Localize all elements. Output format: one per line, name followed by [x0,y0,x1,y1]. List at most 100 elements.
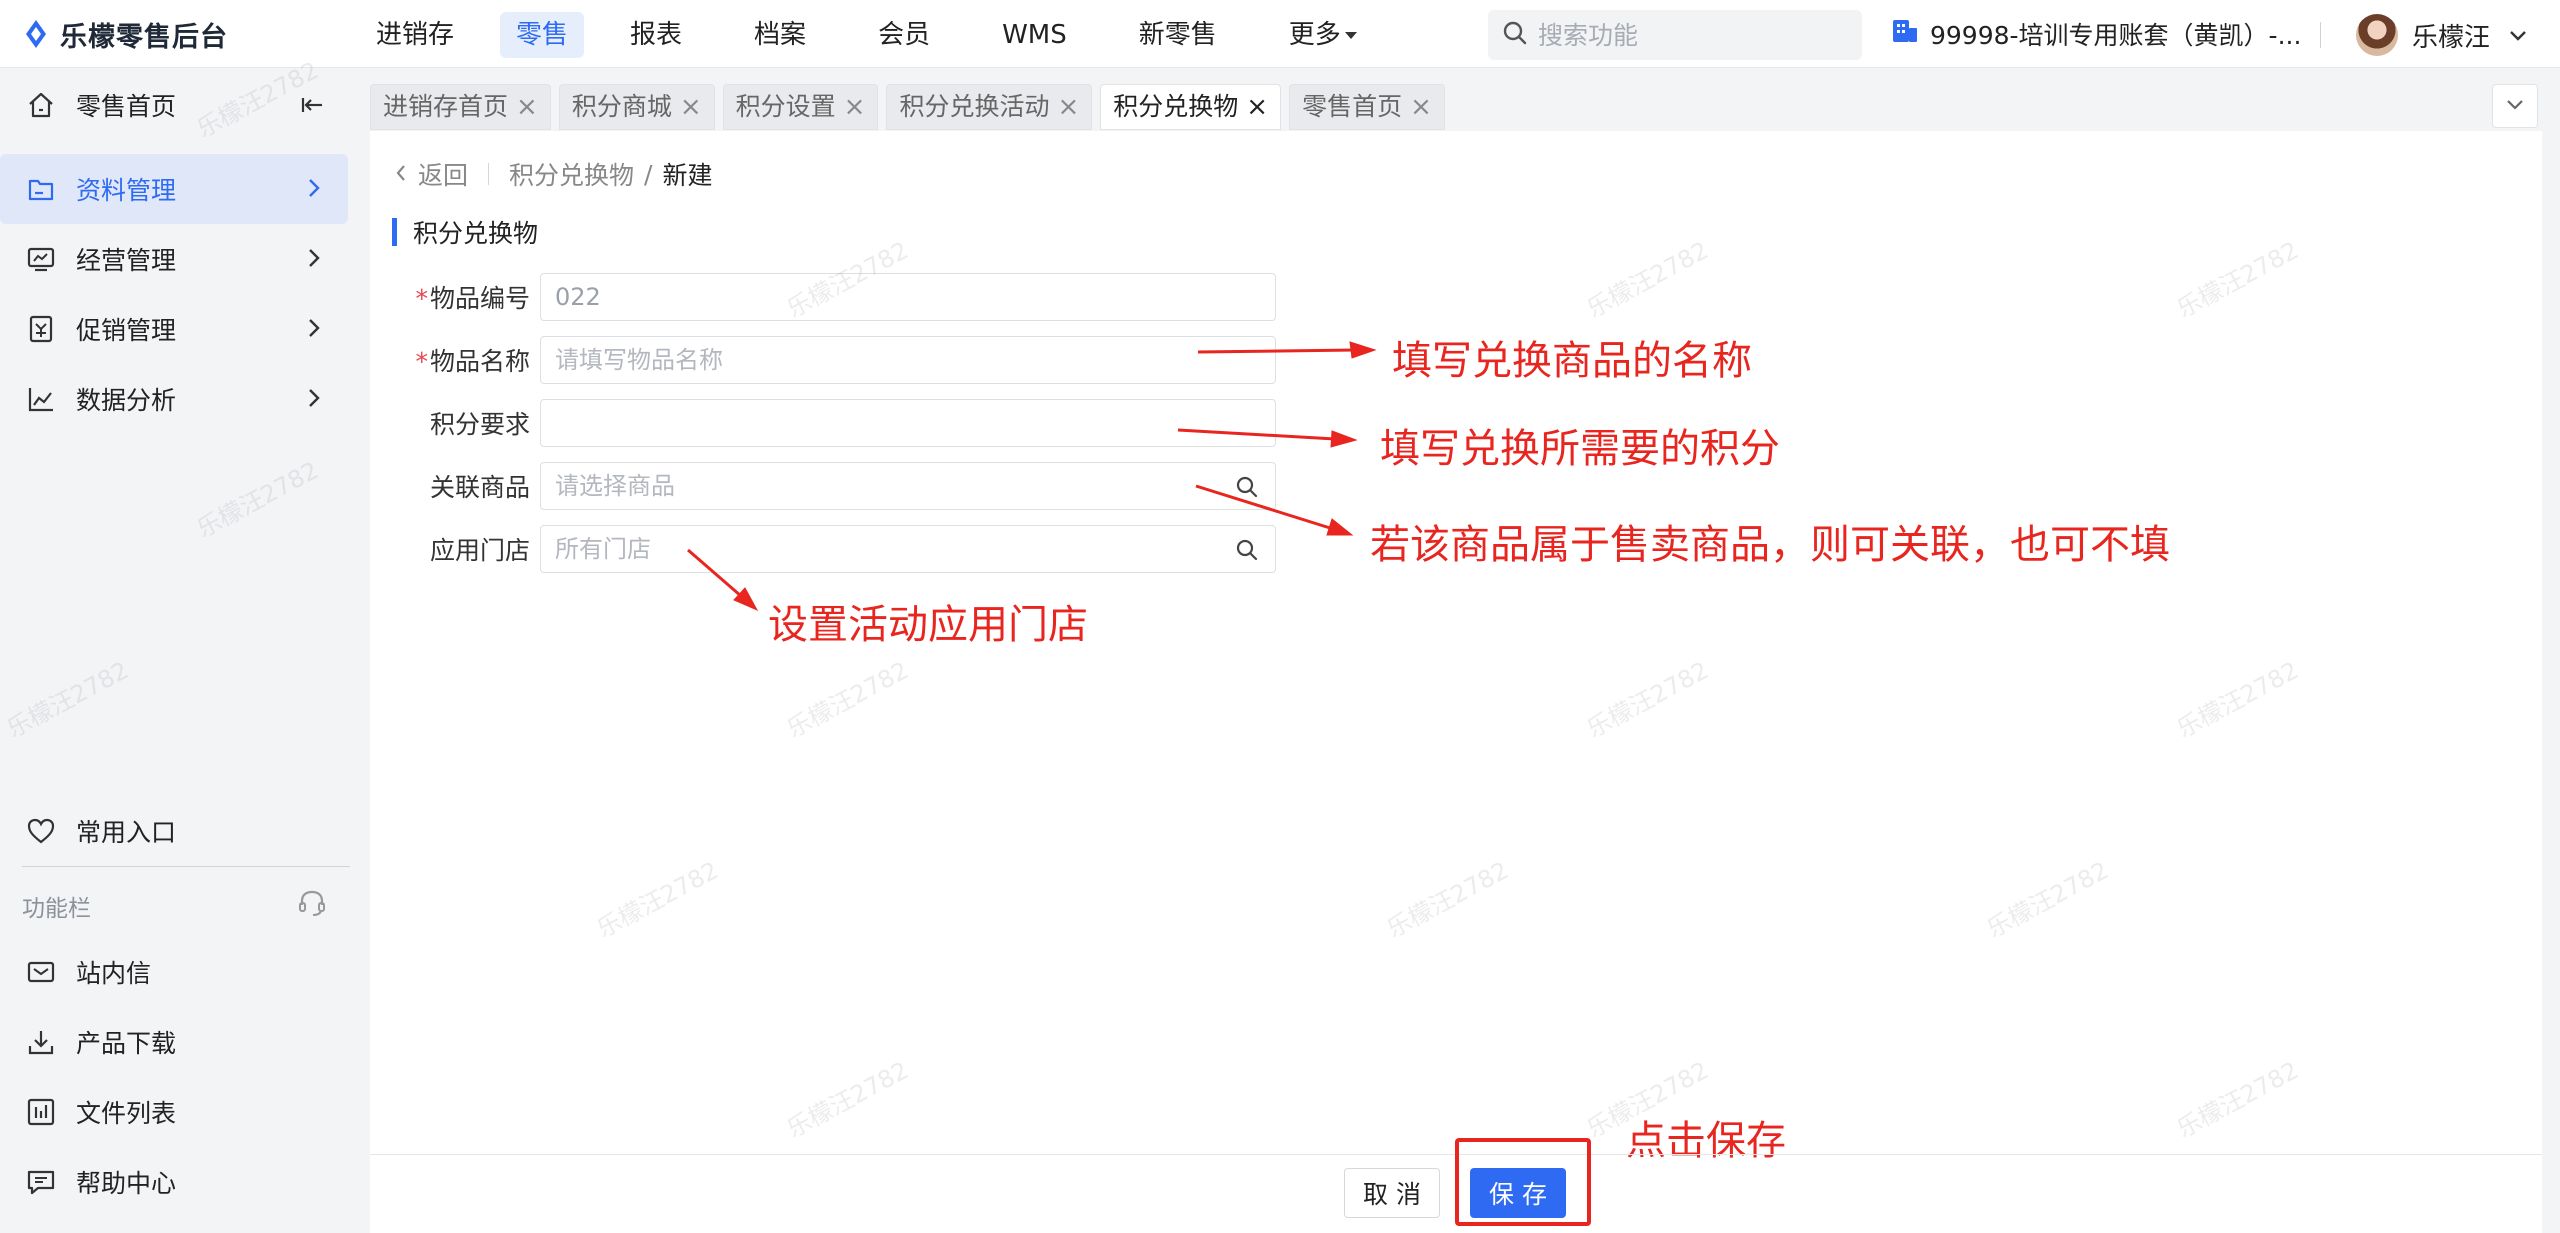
points-input[interactable] [555,409,1215,437]
promo-icon [24,312,58,346]
collapse-sidebar-icon[interactable] [300,92,326,124]
sidebar-item-favorites[interactable]: 常用入口 [0,796,348,866]
tabs-dropdown-button[interactable] [2492,84,2538,128]
sidebar-item-label: 数据分析 [76,386,177,415]
search-icon[interactable] [1235,475,1259,503]
tab-points-mall[interactable]: 积分商城 × [558,84,715,130]
topnav-item-new-retail[interactable]: 新零售 [1113,12,1243,58]
search-icon [1502,20,1528,50]
chevron-right-icon [304,316,324,346]
item-code-field[interactable] [540,273,1276,321]
item-name-field[interactable] [540,336,1276,384]
linked-product-field[interactable] [540,462,1276,510]
help-icon [24,1165,58,1199]
save-highlight-box [1455,1138,1591,1226]
field-label: 积分要求 [429,410,530,439]
topnav-item-members[interactable]: 会员 [852,12,956,58]
store-input[interactable] [555,535,1215,563]
section-accent-bar [392,218,397,246]
topnav-item-archive[interactable]: 档案 [728,12,832,58]
annotation-store: 设置活动应用门店 [768,602,1088,648]
sidebar-item-label: 资料管理 [76,176,177,205]
user-menu[interactable]: 乐檬汪 [2356,10,2528,60]
breadcrumb-parent[interactable]: 积分兑换物 [509,156,634,192]
sidebar-item-label: 帮助中心 [76,1169,177,1198]
field-label: *物品编号 [415,284,530,313]
download-icon [24,1025,58,1059]
tab-points-items[interactable]: 积分兑换物 × [1100,84,1282,130]
top-nav: 进销存 零售 报表 档案 会员 WMS 新零售 更多 [350,12,1403,58]
field-label: 关联商品 [429,473,530,502]
sidebar-section-label: 功能栏 [22,896,91,922]
close-icon[interactable]: × [516,84,538,130]
topnav-item-reports[interactable]: 报表 [604,12,708,58]
form-row-store: 应用门店 [370,524,1276,574]
sidebar-item-messages[interactable]: 站内信 [0,937,348,1007]
topnav-item-wms[interactable]: WMS [976,12,1093,58]
tab-inventory-home[interactable]: 进销存首页 × [370,84,551,130]
search-icon[interactable] [1235,538,1259,566]
close-icon[interactable]: × [844,84,866,130]
search-input[interactable] [1538,20,1838,50]
sidebar-item-downloads[interactable]: 产品下载 [0,1007,348,1077]
points-field[interactable] [540,399,1276,447]
item-code-input[interactable] [555,283,1215,311]
form-row-item-name: *物品名称 [370,335,1276,385]
required-mark: * [415,284,428,313]
tab-points-settings[interactable]: 积分设置 × [722,84,879,130]
sidebar-item-promotions[interactable]: 促销管理 [0,294,348,364]
section-title: 积分兑换物 [392,217,538,248]
close-icon[interactable]: × [1410,84,1432,130]
topnav-item-inventory[interactable]: 进销存 [350,12,480,58]
header-divider [2320,22,2321,48]
sidebar-item-operations[interactable]: 经营管理 [0,224,348,294]
chevron-right-icon [304,246,324,276]
annotation-save: 点击保存 [1626,1118,1786,1164]
chevron-down-icon [2508,20,2528,50]
sidebar-divider [22,866,350,867]
building-icon [1890,17,1920,51]
search-box[interactable] [1488,10,1862,60]
monitor-icon [24,242,58,276]
topnav-item-more[interactable]: 更多 [1263,12,1383,58]
linked-product-input[interactable] [555,472,1215,500]
field-label: *物品名称 [415,347,530,376]
account-selector[interactable]: 99998-培训专用账套（黄凯）-... [1890,14,2301,54]
annotation-name: 填写兑换商品的名称 [1392,338,1752,384]
avatar [2356,14,2398,56]
account-label: 99998-培训专用账套（黄凯）-... [1930,21,2302,50]
form-row-linked-product: 关联商品 [370,461,1276,511]
item-name-input[interactable] [555,346,1215,374]
store-field[interactable] [540,525,1276,573]
close-icon[interactable]: × [1246,84,1268,130]
sidebar-item-data-analysis[interactable]: 数据分析 [0,364,348,434]
headset-icon[interactable] [296,887,328,923]
sidebar-item-label: 文件列表 [76,1099,177,1128]
sidebar-item-help[interactable]: 帮助中心 [0,1147,348,1217]
file-list-icon [24,1095,58,1129]
sidebar-item-label: 经营管理 [76,246,177,275]
sidebar-item-data-management[interactable]: 资料管理 [0,154,348,224]
sidebar-item-label: 促销管理 [76,316,177,345]
tab-retail-home[interactable]: 零售首页 × [1289,84,1445,130]
annotation-points: 填写兑换所需要的积分 [1380,426,1780,472]
chevron-right-icon [304,176,324,206]
form-row-points: 积分要求 [370,398,1276,448]
page-tabs: 进销存首页 × 积分商城 × 积分设置 × 积分兑换活动 × 积分兑换物 × 零售首页 × [370,84,1453,130]
topnav-item-retail[interactable]: 零售 [500,12,585,58]
close-icon[interactable]: × [680,84,702,130]
app-logo[interactable]: 乐檬零售后台 [22,16,228,53]
home-icon [24,88,58,122]
app-title: 乐檬零售后台 [60,21,228,53]
cancel-button[interactable]: 取 消 [1344,1168,1440,1218]
sidebar: 零售首页 资料管理 经营管理 促销管理 数据分析 常用入口 功能栏 站内信 产品… [0,69,360,1233]
top-header: 乐檬零售后台 进销存 零售 报表 档案 会员 WMS 新零售 更多 99998-… [0,0,2560,68]
caret-down-icon [1344,32,1357,39]
breadcrumb: 返回 积分兑换物 / 新建 [394,156,712,192]
annotation-product: 若该商品属于售卖商品，则可关联，也可不填 [1370,522,2170,568]
breadcrumb-current: 新建 [662,161,713,190]
sidebar-item-file-list[interactable]: 文件列表 [0,1077,348,1147]
back-link[interactable]: 返回 [394,156,468,192]
close-icon[interactable]: × [1057,84,1079,130]
tab-points-activity[interactable]: 积分兑换活动 × [886,84,1093,130]
